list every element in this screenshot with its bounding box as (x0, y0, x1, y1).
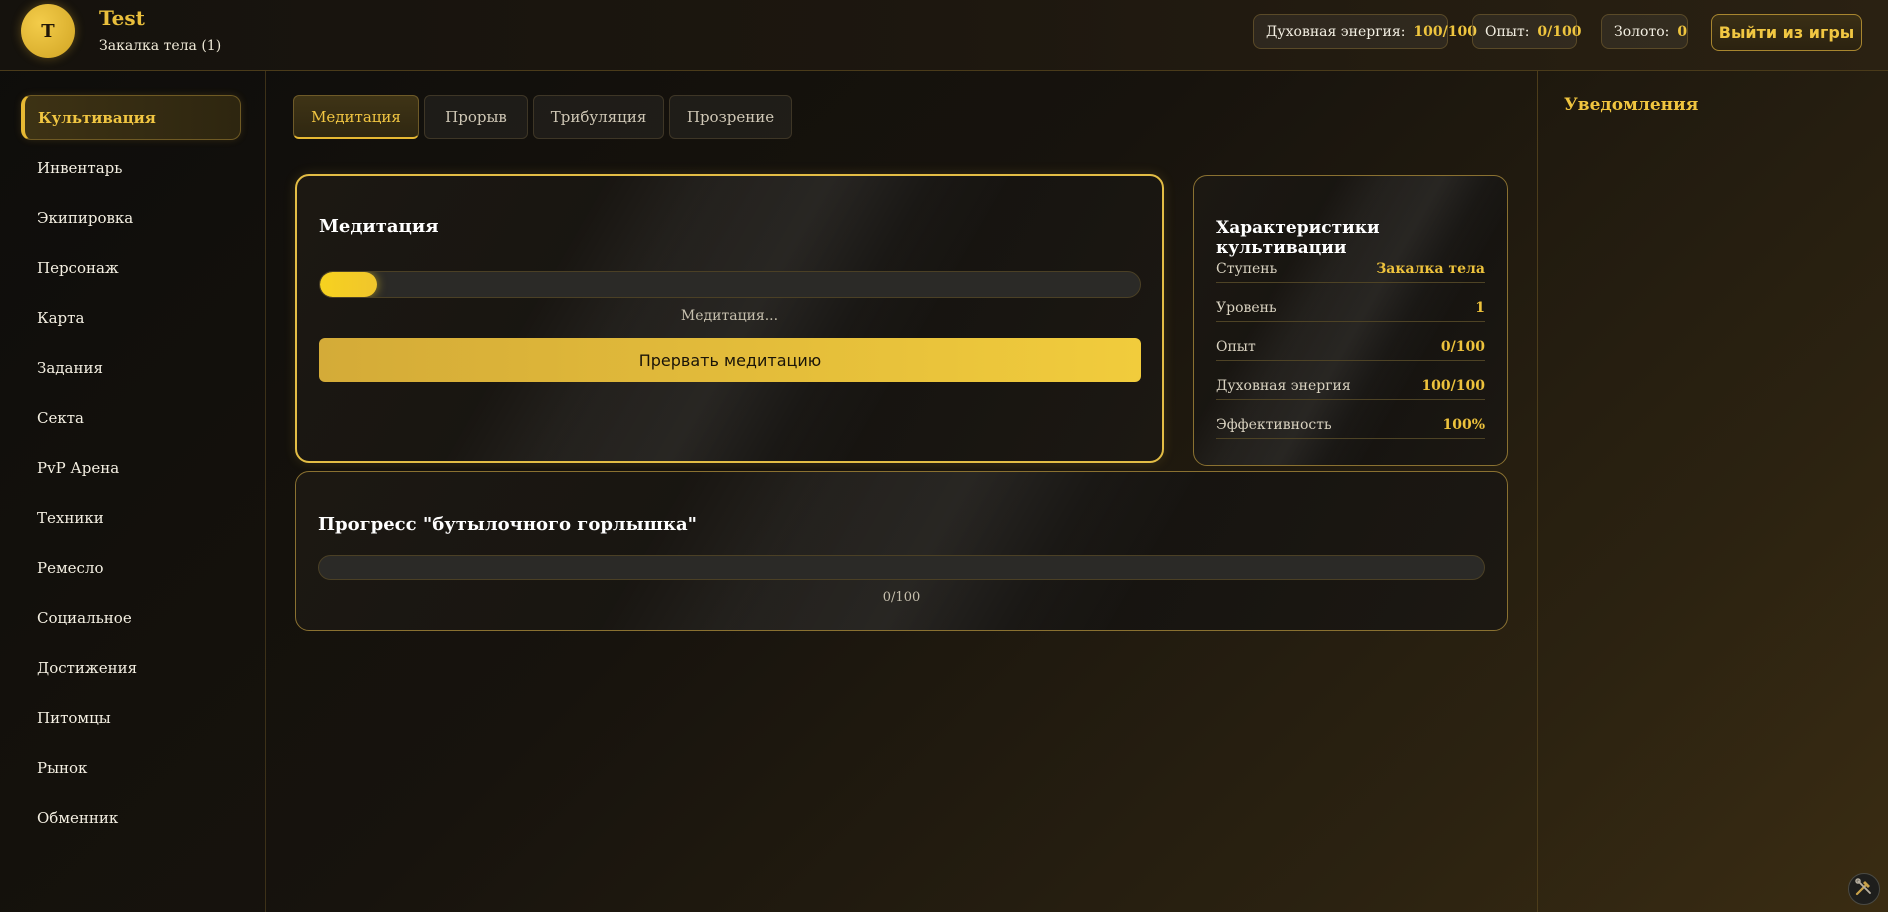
stat-value: 100% (1442, 416, 1485, 433)
bottleneck-progress-bar (318, 555, 1485, 580)
player-rank: Закалка тела (1) (99, 38, 222, 54)
meditation-progress-fill (320, 272, 378, 297)
spirit-energy-value: 100/100 (1413, 23, 1477, 40)
sidebar-item-character[interactable]: Персонаж (21, 245, 241, 290)
sidebar-nav: Культивация Инвентарь Экипировка Персона… (0, 71, 266, 912)
sidebar-item-inventory[interactable]: Инвентарь (21, 145, 241, 190)
stat-label: Духовная энергия (1216, 377, 1351, 394)
stat-label: Уровень (1216, 299, 1277, 316)
sidebar-item-techniques[interactable]: Техники (21, 495, 241, 540)
sidebar-item-equipment[interactable]: Экипировка (21, 195, 241, 240)
top-header: T Test Закалка тела (1) Духовная энергия… (0, 0, 1888, 71)
avatar[interactable]: T (21, 4, 75, 58)
stat-row-level: Уровень 1 (1216, 294, 1485, 322)
stop-meditation-button[interactable]: Прервать медитацию (319, 338, 1141, 382)
player-name: Test (99, 6, 145, 30)
bottleneck-progress-label: 0/100 (882, 590, 921, 605)
tab-breakthrough[interactable]: Прорыв (424, 95, 528, 139)
sidebar-item-sect[interactable]: Секта (21, 395, 241, 440)
sidebar-item-pvp-arena[interactable]: PvP Арена (21, 445, 241, 490)
stat-label: Эффективность (1216, 416, 1332, 433)
stat-row-experience: Опыт 0/100 (1216, 333, 1485, 361)
sidebar-item-market[interactable]: Рынок (21, 745, 241, 790)
meditation-progress-bar (319, 271, 1141, 298)
sidebar-item-map[interactable]: Карта (21, 295, 241, 340)
stat-row-spirit-energy: Духовная энергия 100/100 (1216, 372, 1485, 400)
meditation-card: Медитация Медитация... Прервать медитаци… (295, 174, 1164, 463)
bottleneck-title: Прогресс "бутылочного горлышка" (318, 514, 698, 535)
stat-value: Закалка тела (1376, 260, 1485, 277)
experience-stat: Опыт: 0/100 (1472, 14, 1582, 49)
sidebar-item-social[interactable]: Социальное (21, 595, 241, 640)
meditation-status: Медитация... (680, 308, 779, 324)
gold-label: Золото: (1614, 23, 1670, 40)
notifications-panel: Уведомления (1537, 71, 1888, 912)
app-root: T Test Закалка тела (1) Духовная энергия… (0, 0, 1888, 912)
cultivation-stats-title: Характеристики культивации (1216, 218, 1380, 258)
gold-stat: Золото: 0 (1601, 14, 1688, 49)
stat-row-stage: Ступень Закалка тела (1216, 255, 1485, 283)
tab-insight[interactable]: Прозрение (669, 95, 792, 139)
tools-icon (1854, 877, 1874, 901)
spirit-energy-label: Духовная энергия: (1266, 23, 1406, 40)
tools-button[interactable] (1848, 873, 1880, 905)
bottleneck-card: Прогресс "бутылочного горлышка" 0/100 (295, 471, 1508, 631)
stat-value: 1 (1475, 299, 1485, 316)
logout-button[interactable]: Выйти из игры (1711, 14, 1862, 51)
stat-value: 100/100 (1421, 377, 1485, 394)
sidebar-item-exchange[interactable]: Обменник (21, 795, 241, 840)
notifications-title: Уведомления (1564, 95, 1699, 115)
meditation-title: Медитация (319, 216, 439, 237)
sidebar-item-quests[interactable]: Задания (21, 345, 241, 390)
sidebar-item-crafting[interactable]: Ремесло (21, 545, 241, 590)
spirit-energy-stat: Духовная энергия: 100/100 (1253, 14, 1477, 49)
tab-meditation[interactable]: Медитация (293, 95, 419, 139)
experience-value: 0/100 (1537, 23, 1582, 40)
sidebar-item-cultivation[interactable]: Культивация (21, 95, 241, 140)
gold-value: 0 (1677, 23, 1688, 40)
sidebar-item-pets[interactable]: Питомцы (21, 695, 241, 740)
stat-label: Ступень (1216, 260, 1278, 277)
tab-tribulation[interactable]: Трибуляция (533, 95, 664, 139)
stat-label: Опыт (1216, 338, 1256, 355)
stat-value: 0/100 (1440, 338, 1485, 355)
sidebar-item-achievements[interactable]: Достижения (21, 645, 241, 690)
cultivation-stats-card: Характеристики культивации Ступень Закал… (1193, 175, 1508, 466)
stat-row-efficiency: Эффективность 100% (1216, 411, 1485, 439)
experience-label: Опыт: (1485, 23, 1530, 40)
